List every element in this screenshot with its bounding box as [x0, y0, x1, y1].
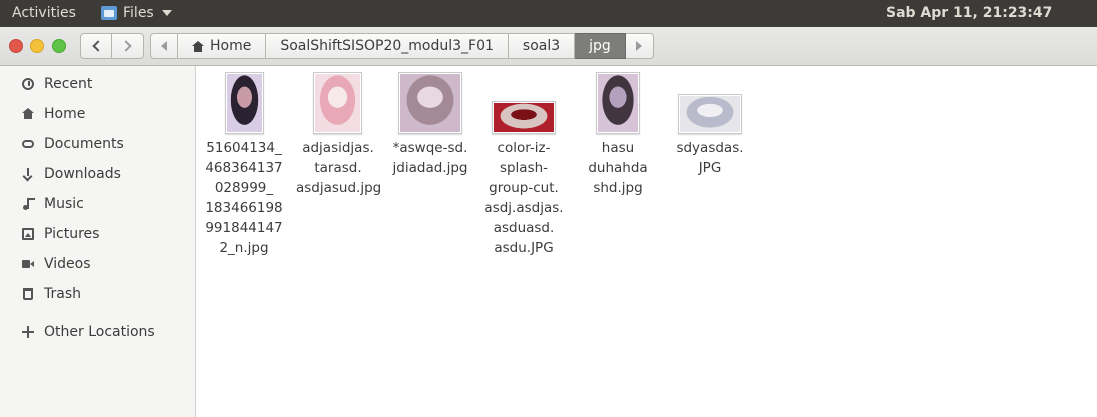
thumbnail-image	[680, 96, 740, 132]
file-view: 51604134_ 468364137 028999_ 183466198 99…	[196, 66, 1097, 417]
sidebar-item-pictures[interactable]: Pictures	[0, 219, 195, 249]
home-icon	[192, 40, 204, 52]
breadcrumb-folder-modul3[interactable]: SoalShiftSISOP20_modul3_F01	[266, 33, 509, 59]
triangle-left-icon	[161, 41, 167, 51]
chevron-left-icon	[91, 40, 104, 52]
sidebar-item-label: Downloads	[44, 166, 121, 182]
file-thumbnail	[678, 94, 742, 134]
clock[interactable]: Sab Apr 11, 21:23:47	[886, 5, 1052, 21]
chevron-right-icon	[120, 40, 132, 52]
sidebar-item-label: Pictures	[44, 226, 100, 242]
sidebar-item-music[interactable]: Music	[0, 189, 195, 219]
thumbnail-image	[315, 74, 360, 132]
file-item[interactable]: adjasidjas. tarasd. asdjasud.jpg	[296, 66, 382, 198]
thumbnail-image	[494, 103, 554, 132]
file-name: adjasidjas. tarasd. asdjasud.jpg	[296, 140, 382, 196]
file-name: color-iz- splash- group-cut. asdj.asdjas…	[484, 140, 564, 256]
triangle-right-icon	[636, 41, 643, 51]
file-thumbnail	[313, 72, 362, 134]
sidebar-item-label: Documents	[44, 136, 124, 152]
breadcrumb-folder-soal3[interactable]: soal3	[508, 33, 576, 59]
file-name: *aswqe-sd. jdiadad.jpg	[392, 140, 468, 176]
sidebar-item-videos[interactable]: Videos	[0, 249, 195, 279]
videos-icon	[22, 258, 34, 270]
file-item[interactable]: hasu duhahda shd.jpg	[576, 66, 660, 198]
top-panel: Activities Files Sab Apr 11, 21:23:47	[0, 0, 1097, 27]
header-bar: Home SoalShiftSISOP20_modul3_F01 soal3 j…	[0, 27, 1097, 66]
breadcrumb-label: jpg	[589, 38, 611, 54]
download-icon	[22, 168, 34, 180]
file-thumbnail	[596, 72, 640, 134]
breadcrumb-label: SoalShiftSISOP20_modul3_F01	[280, 38, 494, 54]
minimize-window-button[interactable]	[30, 39, 44, 53]
breadcrumb-label: soal3	[522, 38, 561, 54]
sidebar-item-label: Trash	[44, 286, 81, 302]
thumbnail-image	[400, 74, 460, 132]
sidebar-item-downloads[interactable]: Downloads	[0, 159, 195, 189]
sidebar-item-label: Home	[44, 106, 86, 122]
file-item[interactable]: *aswqe-sd. jdiadad.jpg	[388, 66, 472, 178]
thumbnail-image	[227, 74, 262, 132]
file-item[interactable]: 51604134_ 468364137 028999_ 183466198 99…	[202, 66, 286, 258]
sidebar-separator	[0, 313, 195, 314]
file-item[interactable]: sdyasdas. JPG	[668, 66, 752, 178]
pictures-icon	[22, 228, 34, 240]
sidebar-item-recent[interactable]: Recent	[0, 69, 195, 99]
sidebar-item-label: Music	[44, 196, 84, 212]
back-button[interactable]	[80, 33, 112, 59]
thumbnail-image	[598, 74, 638, 132]
sidebar-item-home[interactable]: Home	[0, 99, 195, 129]
breadcrumb-scroll-left[interactable]	[150, 33, 178, 59]
trash-icon	[23, 288, 33, 300]
forward-button[interactable]	[112, 33, 144, 59]
app-menu[interactable]: Files	[101, 5, 172, 21]
documents-icon	[22, 140, 34, 148]
file-name: 51604134_ 468364137 028999_ 183466198 99…	[205, 140, 283, 256]
file-thumbnail	[492, 101, 556, 134]
file-item[interactable]: color-iz- splash- group-cut. asdj.asdjas…	[482, 66, 566, 258]
file-thumbnail	[398, 72, 462, 134]
plus-icon	[22, 326, 34, 338]
sidebar-item-documents[interactable]: Documents	[0, 129, 195, 159]
breadcrumb: Home SoalShiftSISOP20_modul3_F01 soal3 j…	[150, 33, 654, 59]
sidebar: Recent Home Documents Downloads Music Pi…	[0, 66, 196, 417]
sidebar-item-label: Recent	[44, 76, 93, 92]
breadcrumb-label: Home	[210, 38, 252, 54]
files-app-icon	[101, 6, 117, 20]
breadcrumb-scroll-right[interactable]	[625, 33, 654, 59]
home-icon	[22, 108, 34, 120]
file-thumbnail	[225, 72, 264, 134]
caret-down-icon	[161, 10, 172, 16]
sidebar-item-other-locations[interactable]: Other Locations	[0, 317, 195, 347]
close-window-button[interactable]	[9, 39, 23, 53]
sidebar-item-label: Videos	[44, 256, 91, 272]
file-name: sdyasdas. JPG	[676, 140, 744, 176]
sidebar-item-trash[interactable]: Trash	[0, 279, 195, 309]
clock-icon	[22, 78, 34, 90]
music-icon	[22, 198, 35, 210]
sidebar-item-label: Other Locations	[44, 324, 155, 340]
maximize-window-button[interactable]	[52, 39, 66, 53]
history-navigation	[80, 33, 144, 59]
breadcrumb-home[interactable]: Home	[178, 33, 267, 59]
breadcrumb-folder-jpg[interactable]: jpg	[575, 33, 626, 59]
app-name: Files	[123, 5, 154, 21]
activities-button[interactable]: Activities	[12, 5, 76, 21]
file-name: hasu duhahda shd.jpg	[588, 140, 648, 196]
